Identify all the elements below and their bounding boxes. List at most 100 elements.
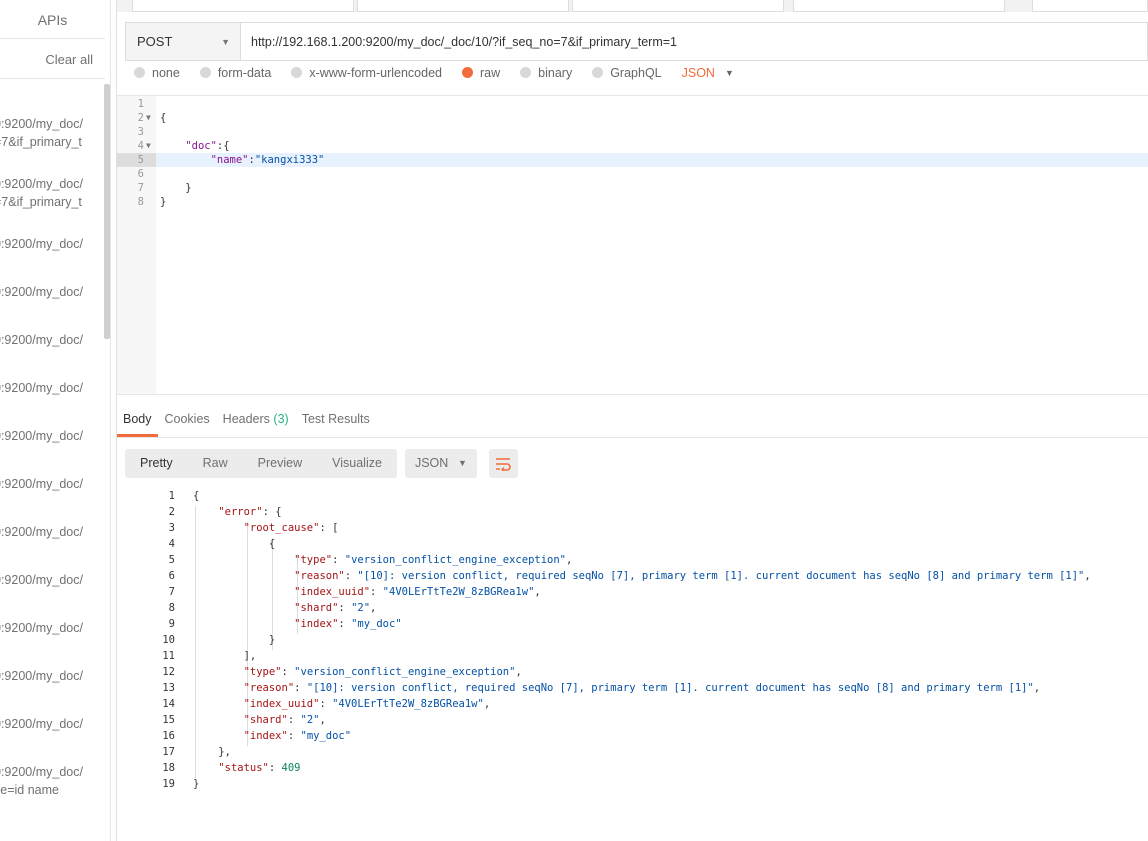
divider xyxy=(0,78,105,79)
history-item-text: 0:9200/my_doc/ xyxy=(0,285,83,299)
body-type-binary[interactable]: binary xyxy=(520,64,572,81)
tab-test-results[interactable]: Test Results xyxy=(296,405,376,437)
history-item[interactable]: 0:9200/my_doc/ce=id name xyxy=(0,763,83,799)
body-type-form-data[interactable]: form-data xyxy=(199,64,271,81)
code-line: 3 "root_cause": [ xyxy=(117,520,1148,536)
sidebar-tab-apis[interactable]: APIs xyxy=(0,12,105,28)
code-text: "index": "my_doc" xyxy=(243,730,352,742)
history-item[interactable]: 0:9200/my_doc/ xyxy=(0,379,83,397)
history-item[interactable]: 0:9200/my_doc/ xyxy=(0,523,83,541)
code-line: 5 "type": "version_conflict_engine_excep… xyxy=(117,552,1148,568)
history-item-text: 0:9200/my_doc/ xyxy=(0,177,83,191)
body-type-label: GraphQL xyxy=(610,65,662,80)
history-item-text: =7&if_primary_t xyxy=(0,195,82,209)
tab-cookies[interactable]: Cookies xyxy=(159,405,216,437)
tab-label: Body xyxy=(123,412,152,426)
radio-icon xyxy=(462,67,473,78)
code-text: "reason": "[10]: version conflict, requi… xyxy=(243,682,1041,694)
history-item-text: 0:9200/my_doc/ xyxy=(0,765,83,779)
code-line: 4 { xyxy=(117,536,1148,552)
line-number: 18 xyxy=(162,762,175,774)
history-item[interactable]: 0:9200/my_doc/ =7&if_primary_t xyxy=(0,175,83,211)
code-line: 18 "status": 409 xyxy=(117,760,1148,776)
chevron-down-icon: ▼ xyxy=(458,458,467,468)
history-item[interactable]: 0:9200/my_doc/ =7&if_primary_t xyxy=(0,115,83,151)
code-line: 19} xyxy=(117,776,1148,792)
sidebar-scrollbar[interactable] xyxy=(104,84,110,339)
history-item[interactable]: 0:9200/my_doc/ xyxy=(0,715,83,733)
body-type-label: none xyxy=(152,65,180,80)
history-item-text: 0:9200/my_doc/ xyxy=(0,669,83,683)
code-line: 1 xyxy=(117,97,1148,111)
tab-body[interactable]: Body xyxy=(117,405,158,437)
history-item[interactable]: 0:9200/my_doc/ xyxy=(0,427,83,445)
method-select[interactable]: POST ▼ xyxy=(126,23,241,60)
body-type-none[interactable]: none xyxy=(134,64,180,81)
history-item[interactable]: 0:9200/my_doc/ xyxy=(0,619,83,637)
line-number: 2 xyxy=(168,506,175,518)
code-line: 3 xyxy=(117,125,1148,139)
view-pretty[interactable]: Pretty xyxy=(125,449,188,478)
wrap-lines-button[interactable] xyxy=(488,449,518,478)
code-line: 17 }, xyxy=(117,744,1148,760)
body-type-label: raw xyxy=(480,65,501,80)
url-input[interactable]: http://192.168.1.200:9200/my_doc/_doc/10… xyxy=(241,23,1147,60)
line-number: 13 xyxy=(162,682,175,694)
history-item[interactable]: 0:9200/my_doc/ xyxy=(0,475,83,493)
view-raw[interactable]: Raw xyxy=(188,449,243,478)
line-number: 7 xyxy=(137,182,144,194)
response-body[interactable]: 1{2 "error": {3 "root_cause": [4 {5 "typ… xyxy=(117,488,1148,790)
history-item[interactable]: 0:9200/my_doc/ xyxy=(0,571,83,589)
body-type-GraphQL[interactable]: GraphQL xyxy=(592,64,662,81)
code-text: "type": "version_conflict_engine_excepti… xyxy=(243,666,522,678)
clear-all-button[interactable]: Clear all xyxy=(45,52,93,67)
request-tab[interactable] xyxy=(357,0,569,12)
tab-headers[interactable]: Headers (3) xyxy=(217,405,295,437)
request-tab[interactable] xyxy=(793,0,1005,12)
line-number: 1 xyxy=(168,490,175,502)
code-text: }, xyxy=(193,746,231,758)
radio-icon xyxy=(291,67,303,78)
request-body-editor[interactable]: 1 2 ▼{3 4 ▼ "doc":{5 "name":"kangxi333" 6 7 } 8… xyxy=(117,95,1148,395)
fold-arrow-icon[interactable]: ▼ xyxy=(146,111,151,125)
body-type-raw[interactable]: raw xyxy=(462,64,500,81)
history-item-text: 0:9200/my_doc/ xyxy=(0,429,83,443)
line-number: 5 xyxy=(168,554,175,566)
code-text: { xyxy=(193,490,200,502)
code-text: { xyxy=(193,538,276,550)
history-item-text: 0:9200/my_doc/ xyxy=(0,525,83,539)
raw-format-select[interactable]: JSON xyxy=(682,64,715,81)
fold-arrow-icon[interactable]: ▼ xyxy=(146,139,151,153)
line-number: 15 xyxy=(162,714,175,726)
line-number: 17 xyxy=(162,746,175,758)
code-line: 6 "reason": "[10]: version conflict, req… xyxy=(117,568,1148,584)
request-tab[interactable] xyxy=(132,0,354,12)
history-item[interactable]: 0:9200/my_doc/ xyxy=(0,667,83,685)
line-number: 19 xyxy=(162,778,175,790)
code-text: "shard": "2", xyxy=(243,714,326,726)
history-item[interactable]: 0:9200/my_doc/ xyxy=(0,283,83,301)
code-line: 10 } xyxy=(117,632,1148,648)
request-tab[interactable] xyxy=(572,0,784,12)
chevron-down-icon: ▼ xyxy=(724,67,734,78)
body-type-x-www-form-urlencoded[interactable]: x-www-form-urlencoded xyxy=(291,64,442,81)
code-text: "index_uuid": "4V0LErTtTe2W_8zBGRea1w", xyxy=(243,698,491,710)
history-item[interactable]: 0:9200/my_doc/ xyxy=(0,235,83,253)
history-item-text: 0:9200/my_doc/ xyxy=(0,333,83,347)
code-line: 16 "index": "my_doc" xyxy=(117,728,1148,744)
response-toolbar: Pretty Raw Preview Visualize JSON ▼ xyxy=(125,449,518,478)
code-line: 9 "index": "my_doc" xyxy=(117,616,1148,632)
request-tab-active[interactable] xyxy=(1032,0,1148,12)
wrap-icon xyxy=(496,457,512,471)
view-preview[interactable]: Preview xyxy=(243,449,317,478)
format-select[interactable]: JSON ▼ xyxy=(404,449,477,478)
body-type-options: none form-data x-www-form-urlencoded raw bin… xyxy=(134,64,754,81)
history-item-text: 0:9200/my_doc/ xyxy=(0,117,83,131)
code-line: 7 "index_uuid": "4V0LErTtTe2W_8zBGRea1w"… xyxy=(117,584,1148,600)
view-visualize[interactable]: Visualize xyxy=(317,449,397,478)
history-item[interactable]: 0:9200/my_doc/ xyxy=(0,331,83,349)
code-line: 4 ▼ "doc":{ xyxy=(117,139,1148,153)
radio-icon xyxy=(520,67,532,78)
line-number: 4 xyxy=(137,140,144,152)
line-number: 9 xyxy=(168,618,175,630)
